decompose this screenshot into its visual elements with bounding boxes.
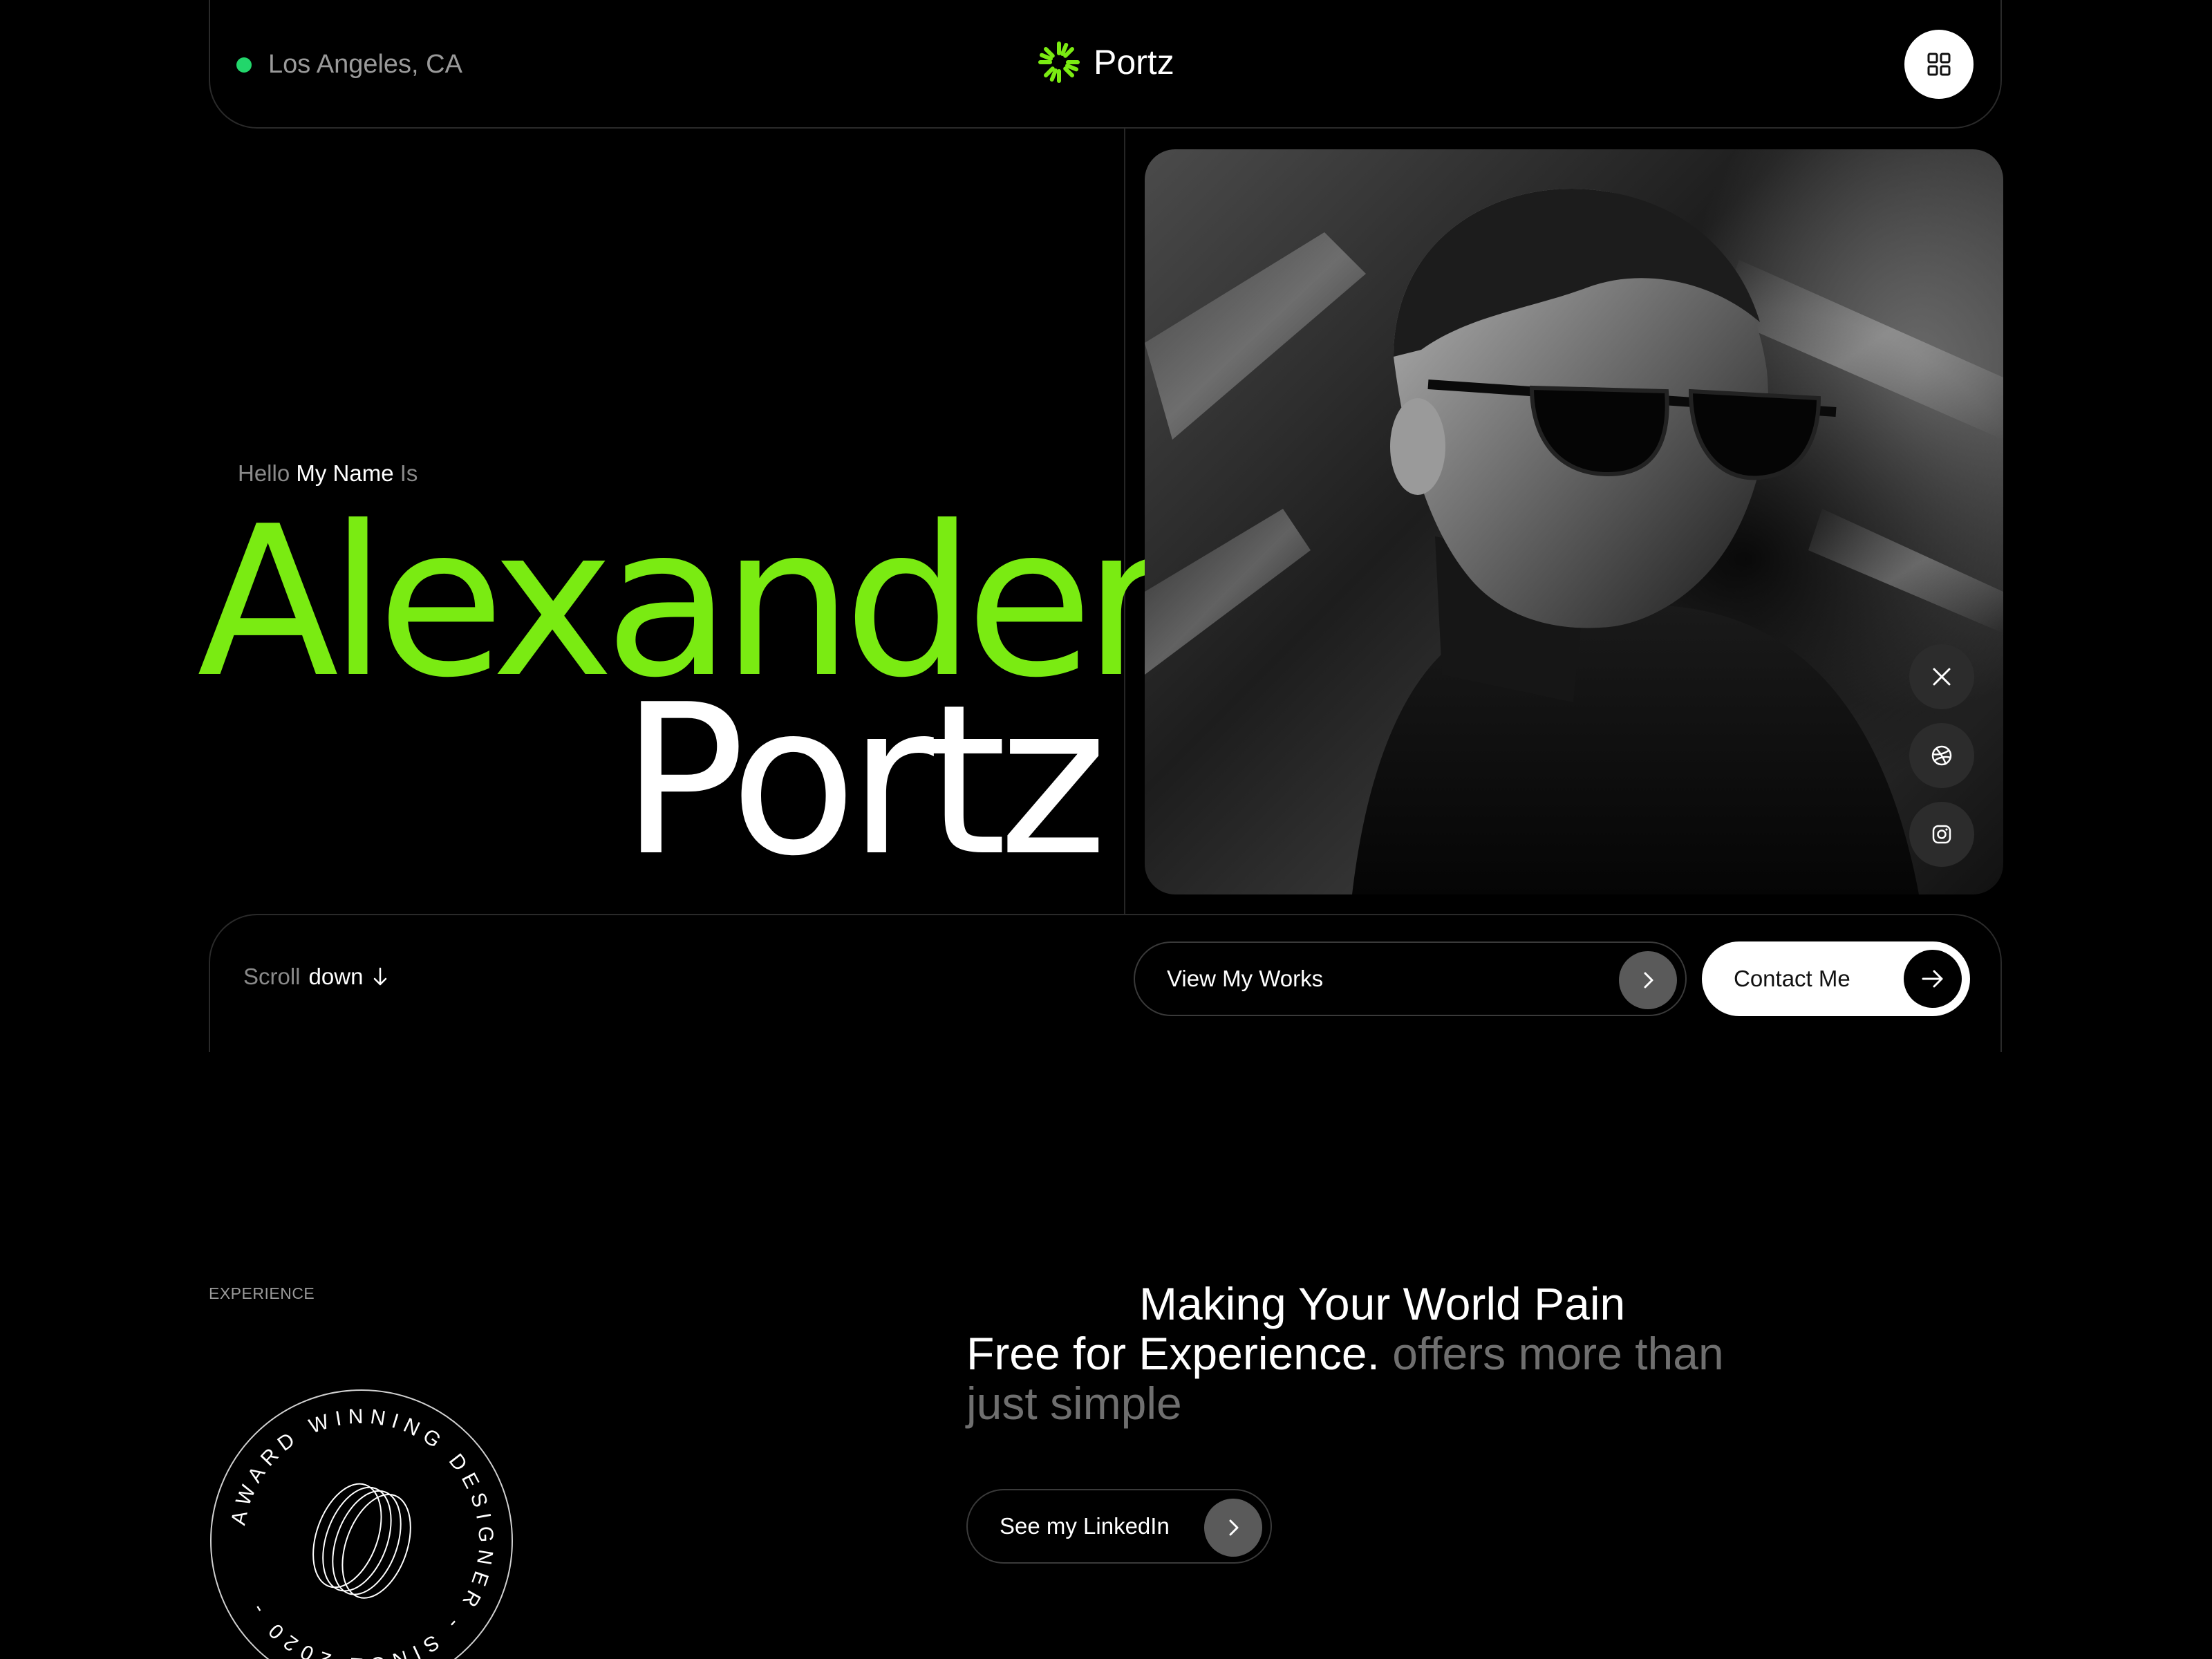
social-dribbble-button[interactable] [1909, 723, 1974, 788]
portrait-figure [1145, 189, 2003, 894]
arrow-right-icon [1922, 970, 1943, 988]
scroll-bold: down [308, 964, 364, 989]
scroll-down-hint[interactable]: Scroll down [243, 964, 389, 990]
contact-label: Contact Me [1734, 966, 1850, 991]
brand-logo[interactable]: Portz [1037, 40, 1174, 84]
status-dot-icon [236, 57, 252, 73]
contact-arrow [1904, 950, 1962, 1008]
instagram-icon [1932, 825, 1951, 844]
menu-button[interactable] [1904, 30, 1974, 99]
x-icon [1933, 668, 1951, 686]
grid-icon [1927, 53, 1951, 76]
arrow-down-icon [374, 967, 387, 986]
linkedin-label: See my LinkedIn [1000, 1513, 1170, 1539]
linkedin-arrow [1204, 1499, 1262, 1557]
view-works-button[interactable]: View My Works [1134, 941, 1687, 1016]
location: Los Angeles, CA [236, 50, 462, 79]
badge-text: AWARD WINNING DESIGNER - SINCE 2020 - [227, 1405, 497, 1659]
dribbble-icon [1931, 745, 1952, 766]
chevron-right-icon [1644, 972, 1653, 988]
brand-name: Portz [1094, 43, 1174, 82]
social-x-button[interactable] [1909, 644, 1974, 709]
last-name: Portz [620, 660, 1107, 901]
chevron-right-icon [1229, 1519, 1239, 1536]
linkedin-button[interactable]: See my LinkedIn [966, 1489, 1272, 1564]
view-works-label: View My Works [1167, 966, 1324, 991]
location-text: Los Angeles, CA [268, 50, 462, 79]
scroll-prefix: Scroll [243, 964, 301, 989]
experience-headline: Making Your World Pain Free for Experien… [966, 1279, 1727, 1428]
portrait-photo [1145, 149, 2003, 894]
badge-text-path: AWARD WINNING DESIGNER - SINCE 2020 - [227, 1405, 491, 1659]
view-works-arrow [1619, 951, 1677, 1009]
sunburst-icon [1038, 41, 1080, 83]
headline-line1: Making Your World Pain [1139, 1278, 1626, 1329]
award-badge: AWARD WINNING DESIGNER - SINCE 2020 - [210, 1389, 513, 1659]
contact-button[interactable]: Contact Me [1702, 941, 1970, 1016]
headline-line2: Free for Experience. [966, 1328, 1380, 1379]
rings-icon [312, 1483, 411, 1599]
experience-label: EXPERIENCE [209, 1284, 315, 1302]
social-instagram-button[interactable] [1909, 802, 1974, 867]
